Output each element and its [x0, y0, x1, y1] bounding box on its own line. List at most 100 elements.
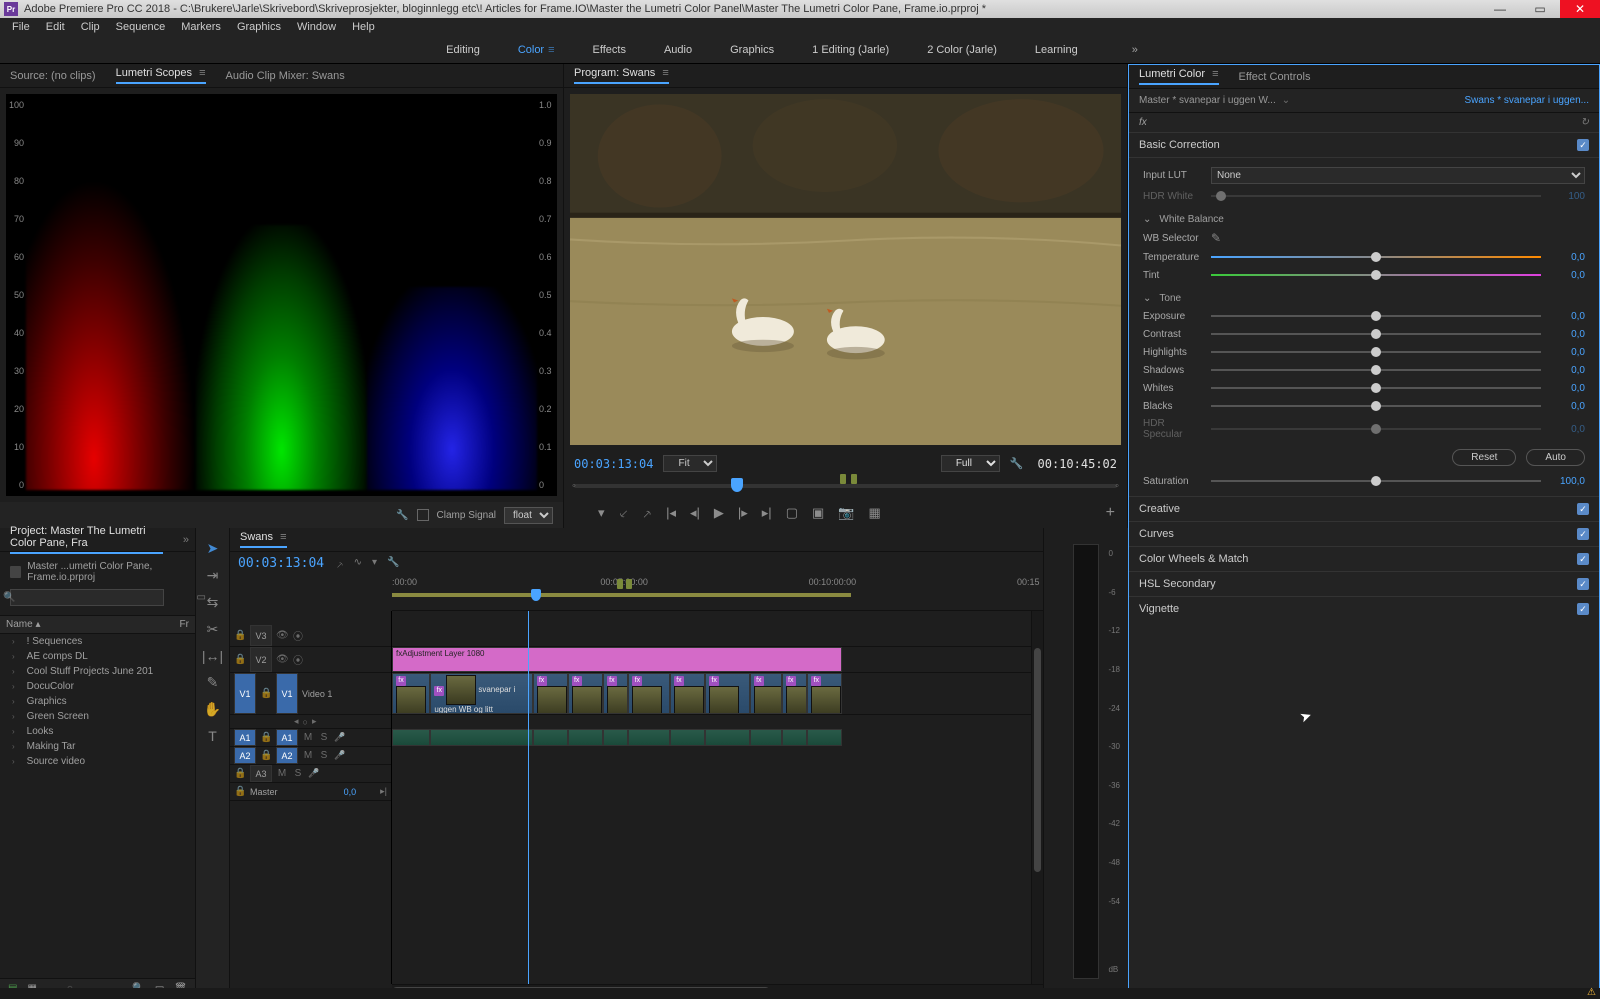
video-clip[interactable]: fxVan — [782, 673, 808, 714]
lumetri-section-color-wheels-match[interactable]: Color Wheels & Match✓ — [1129, 546, 1599, 571]
step-back-button[interactable]: ◂| — [690, 505, 700, 521]
audio-clip[interactable] — [603, 729, 629, 746]
track-target-V3[interactable]: V3 — [250, 625, 272, 646]
blacks-slider[interactable] — [1211, 400, 1541, 412]
fx-badge[interactable]: fx — [1139, 117, 1147, 128]
shadows-value[interactable]: 0,0 — [1549, 365, 1585, 376]
highlights-value[interactable]: 0,0 — [1549, 347, 1585, 358]
lumetri-tab-1[interactable]: Effect Controls — [1239, 71, 1311, 83]
mute-button[interactable]: M — [302, 750, 314, 761]
go-to-end-icon[interactable]: ▸| — [380, 786, 387, 797]
workspace-graphics[interactable]: Graphics — [726, 44, 778, 56]
bin-item[interactable]: › Making Tar — [0, 739, 195, 754]
go-to-in-button[interactable]: |◂ — [666, 505, 676, 521]
workspace-audio[interactable]: Audio — [660, 44, 696, 56]
input-lut-select[interactable]: None — [1211, 167, 1585, 184]
lumetri-tab-0[interactable]: Lumetri Color ≡ — [1139, 68, 1219, 85]
blacks-value[interactable]: 0,0 — [1549, 401, 1585, 412]
bin-item[interactable]: › Green Screen — [0, 709, 195, 724]
exposure-value[interactable]: 0,0 — [1549, 311, 1585, 322]
whites-value[interactable]: 0,0 — [1549, 383, 1585, 394]
ripple-edit-tool[interactable]: ⇆ — [207, 594, 219, 611]
source-tab-0[interactable]: Source: (no clips) — [10, 70, 96, 82]
scrub-out-handle[interactable]: ◦ — [572, 480, 576, 492]
new-bin-icon[interactable]: ▭ — [196, 592, 205, 603]
audio-clip[interactable] — [628, 729, 670, 746]
video-clip[interactable]: fx — [568, 673, 603, 714]
saturation-slider[interactable] — [1211, 475, 1541, 487]
resolution-select[interactable]: Full — [941, 455, 1000, 472]
temperature-value[interactable]: 0,0 — [1549, 252, 1585, 263]
chevron-down-icon[interactable]: ⌄ — [1143, 293, 1151, 304]
chevron-down-icon[interactable]: ⌄ — [1143, 214, 1151, 225]
step-forward-button[interactable]: |▸ — [738, 505, 748, 521]
reset-all-icon[interactable]: ↻ — [1581, 117, 1589, 128]
lock-icon[interactable]: 🔒 — [260, 688, 272, 699]
selection-tool[interactable]: ➤ — [207, 540, 219, 557]
audio-clip[interactable] — [533, 729, 568, 746]
lumetri-section-hsl-secondary[interactable]: HSL Secondary✓ — [1129, 571, 1599, 596]
whites-slider[interactable] — [1211, 382, 1541, 394]
audio-clip[interactable] — [670, 729, 705, 746]
saturation-value[interactable]: 100,0 — [1549, 476, 1585, 487]
source-tab-1[interactable]: Lumetri Scopes ≡ — [116, 67, 206, 84]
chevron-right-icon[interactable]: › — [12, 697, 15, 706]
source-patch-v1[interactable]: V1 — [234, 673, 256, 714]
section-toggle[interactable]: ✓ — [1577, 553, 1589, 565]
audio-clip[interactable] — [568, 729, 603, 746]
lock-icon[interactable]: 🔒 — [234, 768, 246, 779]
auto-button[interactable]: Auto — [1526, 449, 1585, 466]
mute-button[interactable]: M — [276, 768, 288, 779]
minimize-button[interactable]: — — [1480, 0, 1520, 18]
video-clip[interactable]: fx — [807, 673, 842, 714]
clamp-signal-checkbox[interactable] — [417, 509, 429, 521]
chevron-right-icon[interactable]: › — [12, 682, 15, 691]
temperature-slider[interactable] — [1211, 251, 1541, 263]
chevron-right-icon[interactable]: › — [12, 637, 15, 646]
video-clip[interactable]: fx — [533, 673, 568, 714]
video-clip[interactable]: fxsvanepar i uggen WB og litt undereispo — [430, 673, 532, 714]
bin-item[interactable]: › Source video — [0, 754, 195, 769]
menu-clip[interactable]: Clip — [73, 21, 108, 33]
eyedropper-icon[interactable]: ✎ — [1211, 231, 1221, 245]
chevron-right-icon[interactable]: › — [12, 757, 15, 766]
marker-icon[interactable] — [851, 474, 857, 484]
section-toggle[interactable]: ✓ — [1577, 503, 1589, 515]
program-timecode-current[interactable]: 00:03:13:04 — [574, 457, 653, 471]
video-clip[interactable]: fx — [628, 673, 670, 714]
audio-clip[interactable] — [750, 729, 782, 746]
workspace-color[interactable]: Color≡ — [514, 44, 559, 56]
mark-out-button[interactable]: ⸕ — [642, 504, 652, 522]
audio-clip[interactable] — [430, 729, 532, 746]
bin-item[interactable]: › Looks — [0, 724, 195, 739]
workspace-effects[interactable]: Effects — [589, 44, 630, 56]
extract-button[interactable]: ▣ — [812, 505, 824, 521]
workspace-2-color-jarle-[interactable]: 2 Color (Jarle) — [923, 44, 1001, 56]
timeline-marker[interactable] — [617, 579, 623, 589]
contrast-value[interactable]: 0,0 — [1549, 329, 1585, 340]
lock-icon[interactable]: 🔒 — [260, 732, 272, 743]
chevron-down-icon[interactable]: ⌄ — [1282, 95, 1290, 106]
warning-icon[interactable]: ⚠ — [1587, 987, 1596, 998]
master-value[interactable]: 0,0 — [344, 787, 357, 797]
eye-icon[interactable]: 👁 — [276, 654, 288, 665]
voice-over-icon[interactable]: 🎤 — [308, 768, 319, 779]
program-scrubber[interactable]: ◦ ◦ — [574, 472, 1117, 498]
scopes-settings-icon[interactable]: 🔧 — [396, 510, 408, 521]
lumetri-scopes-display[interactable]: 1009080706050403020100 1.00.90.80.70.60.… — [6, 94, 557, 496]
project-tab[interactable]: Project: Master The Lumetri Color Pane, … — [10, 525, 163, 554]
panel-overflow-icon[interactable]: » — [183, 534, 189, 546]
razor-tool[interactable]: ✂ — [207, 621, 219, 638]
lumetri-section-creative[interactable]: Creative✓ — [1129, 496, 1599, 521]
track-target-v1[interactable]: V1 — [276, 673, 298, 714]
video-clip[interactable]: fxto svaner bak is — [705, 673, 750, 714]
lift-button[interactable]: ▢ — [786, 505, 798, 521]
column-framerate[interactable]: Fr — [180, 619, 189, 630]
exposure-slider[interactable] — [1211, 310, 1541, 322]
workspace-learning[interactable]: Learning — [1031, 44, 1082, 56]
hand-tool[interactable]: ✋ — [204, 701, 221, 718]
zoom-fit-select[interactable]: Fit — [663, 455, 717, 472]
menu-graphics[interactable]: Graphics — [229, 21, 289, 33]
workspace-editing[interactable]: Editing — [442, 44, 484, 56]
type-tool[interactable]: T — [208, 728, 217, 744]
